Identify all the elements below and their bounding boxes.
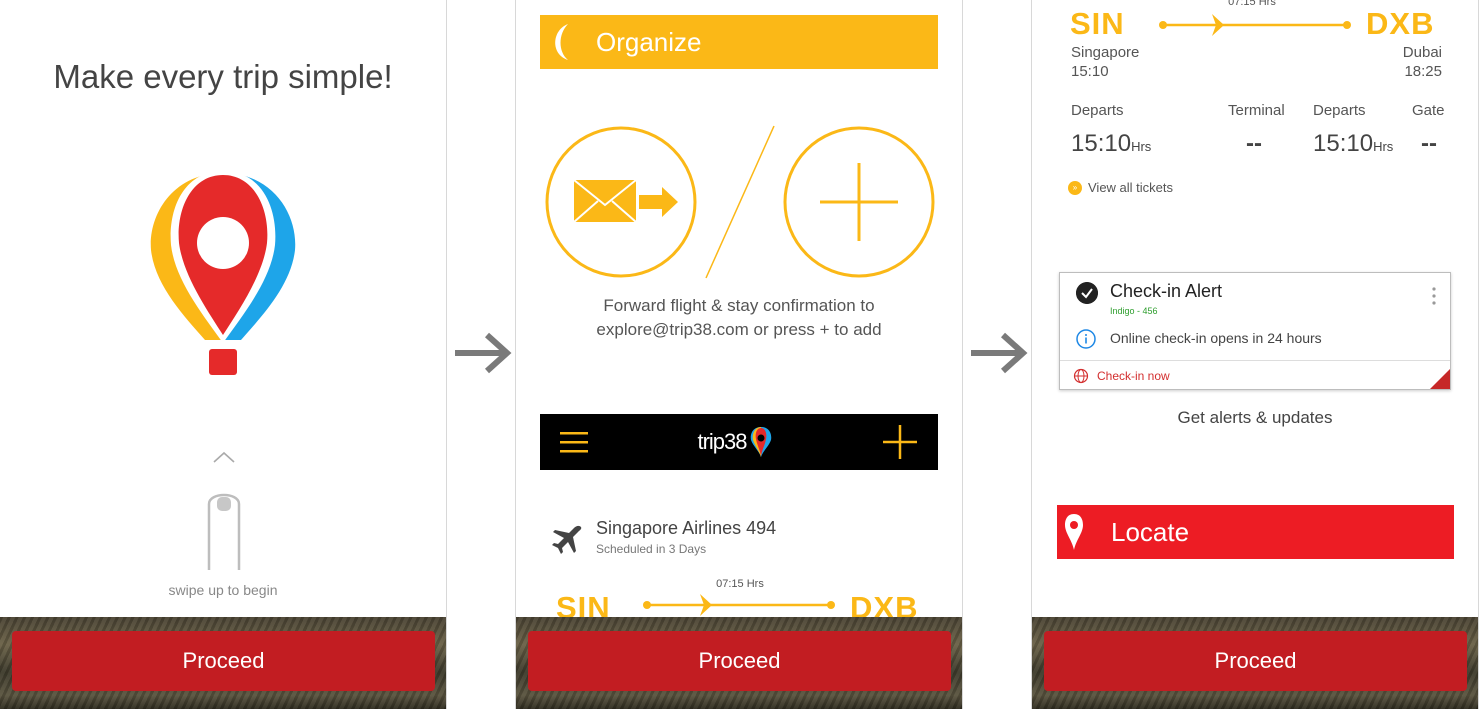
proceed-button[interactable]: Proceed bbox=[528, 631, 951, 691]
finger-swipe-icon bbox=[207, 493, 241, 570]
divider bbox=[1060, 360, 1450, 361]
app-toolbar: trip38 bbox=[540, 414, 938, 470]
departure-time: 15:10Hrs bbox=[1071, 130, 1151, 158]
location-pin-icon bbox=[1065, 514, 1083, 550]
onboarding-screen-2: Organize Forward flight & stay confirmat… bbox=[516, 0, 962, 709]
departure-time-value: 15:10 bbox=[1071, 130, 1132, 157]
origin-city: Singapore bbox=[1071, 44, 1140, 61]
card-message: Online check-in opens in 24 hours bbox=[1110, 330, 1322, 346]
flight-duration: 07:15 Hrs bbox=[1228, 0, 1276, 8]
departure-time-value: 15:10 bbox=[1313, 130, 1374, 157]
email-forward-icon[interactable] bbox=[544, 125, 698, 279]
destination-city: Dubai bbox=[1402, 44, 1442, 61]
swipe-hint: swipe up to begin bbox=[168, 582, 278, 598]
instruction-line-1: Forward flight & stay confirmation to bbox=[603, 296, 875, 315]
balloon-pin-icon bbox=[750, 427, 771, 457]
terminal-value: -- bbox=[1246, 130, 1262, 157]
divider bbox=[446, 0, 447, 709]
instructions: Forward flight & stay confirmation to ex… bbox=[516, 294, 962, 342]
route-line bbox=[643, 594, 835, 616]
terminal-label: Terminal bbox=[1228, 102, 1285, 119]
flight-name: Singapore Airlines 494 bbox=[596, 518, 777, 538]
destination-code: DXB bbox=[1366, 6, 1435, 41]
flight-schedule: Scheduled in 3 Days bbox=[596, 542, 707, 556]
menu-icon[interactable] bbox=[560, 430, 588, 454]
flight-duration: 07:15 Hrs bbox=[716, 578, 764, 590]
check-circle-icon bbox=[1076, 282, 1098, 304]
chevron-up-icon bbox=[213, 451, 235, 463]
origin-time: 15:10 bbox=[1071, 63, 1109, 80]
checkin-now-link[interactable]: Check-in now bbox=[1097, 369, 1170, 383]
proceed-button[interactable]: Proceed bbox=[1044, 631, 1467, 691]
balloon-logo-icon bbox=[150, 171, 296, 375]
info-icon bbox=[1076, 329, 1096, 349]
locate-banner[interactable]: Locate bbox=[1057, 505, 1454, 559]
instruction-line-2: explore@trip38.com or press + to add bbox=[596, 320, 882, 339]
card-title: Check-in Alert bbox=[1110, 281, 1223, 301]
gate-value: -- bbox=[1421, 130, 1437, 157]
organize-banner: Organize bbox=[540, 15, 938, 69]
add-icon[interactable] bbox=[882, 424, 918, 460]
proceed-button[interactable]: Proceed bbox=[12, 631, 435, 691]
brand-name: trip38 bbox=[697, 429, 747, 454]
departs-label: Departs bbox=[1313, 102, 1366, 119]
globe-icon bbox=[1073, 368, 1089, 384]
departure-time-unit: Hrs bbox=[1373, 139, 1394, 154]
route-line bbox=[1159, 14, 1351, 36]
add-icon[interactable] bbox=[782, 125, 936, 279]
double-chevron-icon: » bbox=[1068, 180, 1082, 195]
gate-label: Gate bbox=[1412, 102, 1445, 119]
footer: Proceed bbox=[516, 617, 962, 709]
departs-label: Departs bbox=[1071, 102, 1124, 119]
next-arrow-icon bbox=[971, 332, 1028, 374]
divider bbox=[962, 0, 963, 709]
more-options-icon[interactable] bbox=[1432, 287, 1436, 305]
locate-label: Locate bbox=[1111, 516, 1190, 547]
departure-time: 15:10Hrs bbox=[1313, 130, 1393, 158]
origin-code: SIN bbox=[1070, 6, 1125, 41]
destination-time: 18:25 bbox=[1404, 63, 1442, 80]
banner-label: Organize bbox=[596, 26, 702, 57]
footer: Proceed bbox=[0, 617, 446, 709]
footer: Proceed bbox=[1032, 617, 1478, 709]
page-curl-icon bbox=[1430, 369, 1450, 389]
next-arrow-icon bbox=[455, 332, 512, 374]
crescent-icon bbox=[555, 24, 568, 60]
alerts-caption: Get alerts & updates bbox=[1177, 408, 1333, 427]
divider bbox=[1478, 0, 1479, 709]
airplane-icon bbox=[552, 525, 582, 554]
departure-time-unit: Hrs bbox=[1131, 139, 1152, 154]
app-logo: trip38 bbox=[697, 426, 772, 458]
view-all-label: View all tickets bbox=[1088, 180, 1174, 195]
onboarding-screen-1: Make every trip simple! swipe up to begi… bbox=[0, 0, 446, 709]
slash-divider bbox=[705, 125, 775, 279]
page-title: Make every trip simple! bbox=[53, 58, 393, 95]
onboarding-screen-3: 07:15 Hrs SIN DXB Singapore 15:10 Dubai … bbox=[1032, 0, 1478, 709]
card-airline: Indigo - 456 bbox=[1110, 306, 1158, 316]
flight-summary[interactable]: Singapore Airlines 494 Scheduled in 3 Da… bbox=[550, 518, 776, 558]
view-all-tickets-link[interactable]: » View all tickets bbox=[1068, 180, 1173, 195]
checkin-alert-card[interactable]: Check-in Alert Indigo - 456 Online check… bbox=[1059, 272, 1451, 390]
